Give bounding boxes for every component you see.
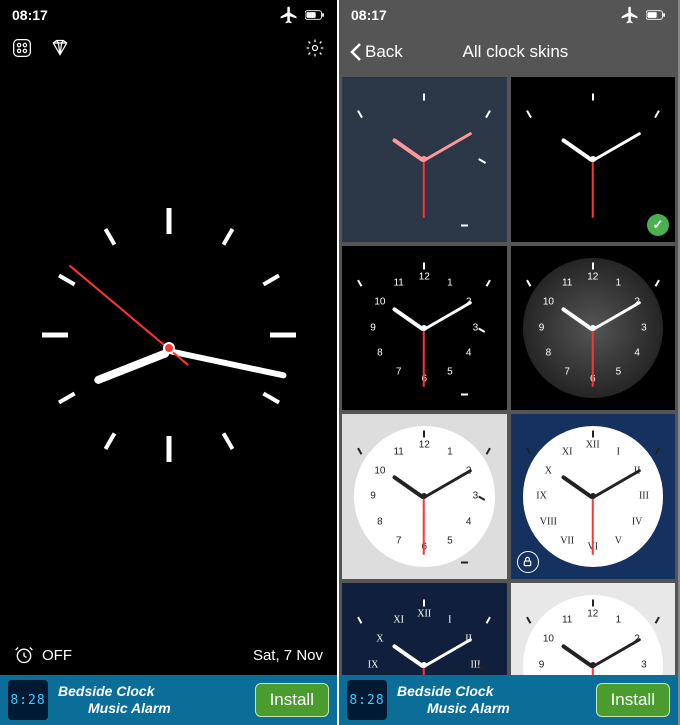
chevron-left-icon bbox=[349, 42, 363, 62]
status-time: 08:17 bbox=[12, 7, 48, 23]
ad-install-button[interactable]: Install bbox=[596, 683, 670, 717]
selected-check-icon: ✓ bbox=[647, 214, 669, 236]
date-label: Sat, 7 Nov bbox=[253, 647, 323, 664]
analog-clock bbox=[29, 208, 309, 488]
skins-screen: 08:17 Back All clock skins ✓ 121234567891… bbox=[339, 0, 678, 725]
diamond-icon[interactable] bbox=[50, 38, 70, 58]
battery-icon bbox=[305, 5, 325, 25]
title-bar: Back All clock skins bbox=[339, 30, 678, 74]
clock-main-screen: 08:17 OFF Sat, 7 Nov 8:28 Bedside Clock … bbox=[0, 0, 339, 725]
airplane-mode-icon bbox=[279, 5, 299, 25]
alarm-icon bbox=[14, 645, 34, 665]
alarm-toggle[interactable]: OFF bbox=[14, 645, 72, 665]
bottom-info-bar: OFF Sat, 7 Nov bbox=[0, 635, 337, 675]
clock-face-area[interactable] bbox=[0, 80, 337, 615]
ad-title: Bedside Clock bbox=[58, 683, 245, 700]
skin-item[interactable]: XIIIIIIIIIVVVIVIIVIIIIXXXI bbox=[342, 583, 507, 676]
ad-text: Bedside Clock Music Alarm bbox=[58, 683, 245, 717]
grid-menu-icon[interactable] bbox=[12, 38, 32, 58]
status-icons bbox=[279, 5, 325, 25]
skin-item[interactable]: 121234567891011 bbox=[511, 246, 676, 411]
ad-thumbnail: 8:28 bbox=[347, 680, 387, 720]
skin-item[interactable]: XIIIIIIIIIVVVIVIIVIIIIXXXI bbox=[511, 414, 676, 579]
ad-thumbnail: 8:28 bbox=[8, 680, 48, 720]
airplane-mode-icon bbox=[620, 5, 640, 25]
ad-install-button[interactable]: Install bbox=[255, 683, 329, 717]
settings-icon[interactable] bbox=[305, 38, 325, 58]
ad-title: Bedside Clock bbox=[397, 683, 586, 700]
ad-text: Bedside Clock Music Alarm bbox=[397, 683, 586, 717]
status-icons bbox=[620, 5, 666, 25]
back-label: Back bbox=[365, 42, 403, 62]
ad-banner[interactable]: 8:28 Bedside Clock Music Alarm Install bbox=[0, 675, 337, 725]
skins-grid[interactable]: ✓121234567891011121234567891011121234567… bbox=[339, 74, 678, 675]
alarm-label: OFF bbox=[42, 647, 72, 664]
back-button[interactable]: Back bbox=[349, 42, 403, 62]
lock-icon bbox=[517, 551, 539, 573]
main-toolbar bbox=[0, 30, 337, 66]
battery-icon bbox=[646, 5, 666, 25]
status-bar: 08:17 bbox=[339, 0, 678, 30]
status-time: 08:17 bbox=[351, 7, 387, 23]
page-title: All clock skins bbox=[403, 42, 668, 62]
skin-item[interactable]: 121234567891011 bbox=[342, 246, 507, 411]
skin-item[interactable]: ✓ bbox=[511, 77, 676, 242]
status-bar: 08:17 bbox=[0, 0, 337, 30]
ad-banner[interactable]: 8:28 Bedside Clock Music Alarm Install bbox=[339, 675, 678, 725]
skin-item[interactable]: 121234567891011 bbox=[511, 583, 676, 676]
ad-subtitle: Music Alarm bbox=[397, 700, 586, 717]
ad-subtitle: Music Alarm bbox=[58, 700, 245, 717]
